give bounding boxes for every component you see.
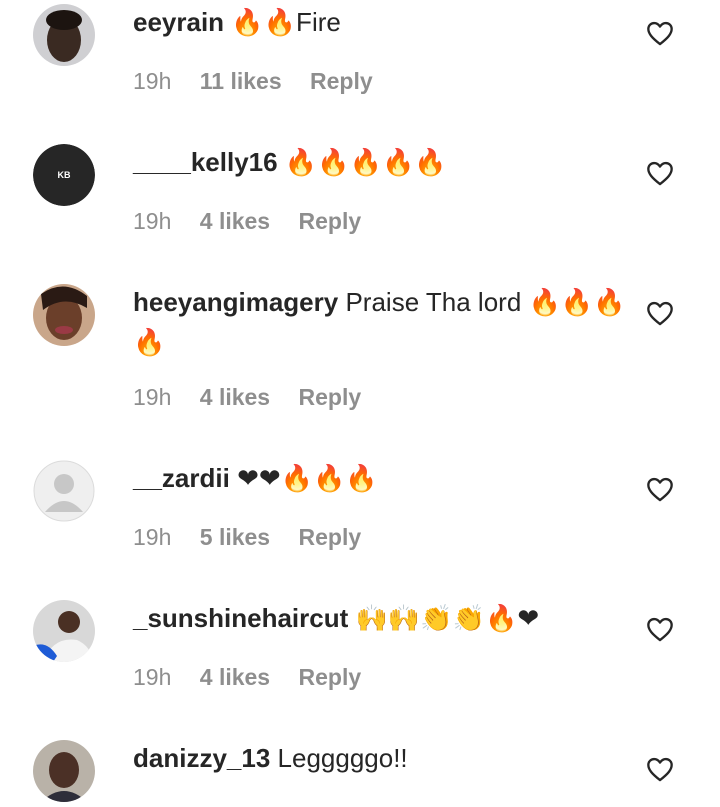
comment-meta: 19h 5 likes Reply [133,524,383,551]
comment-meta: 19h 4 likes Reply [133,208,383,235]
comment-username[interactable]: __zardii [133,463,230,493]
reply-button[interactable]: Reply [299,208,362,234]
comment-username[interactable]: _sunshinehaircut [133,603,348,633]
reply-button[interactable]: Reply [299,664,362,690]
comment-body: _sunshinehaircut 🙌🙌👏👏🔥❤ [133,598,633,638]
comment-username[interactable]: heeyangimagery [133,287,338,317]
avatar[interactable]: KB [33,144,95,206]
comment-likes[interactable]: 11 likes [200,68,282,94]
heart-outline-icon[interactable] [646,160,674,186]
comment-time: 19h [133,524,172,550]
comment-text: 🔥🔥Fire [231,7,341,37]
comment-text: 🔥🔥🔥🔥🔥 [284,147,447,177]
reply-button[interactable]: Reply [310,68,373,94]
reply-button[interactable]: Reply [299,384,362,410]
heart-outline-icon[interactable] [646,300,674,326]
comment-likes[interactable]: 5 likes [200,524,270,550]
comment-body: __zardii ❤❤🔥🔥🔥 [133,458,633,498]
comment-username[interactable]: danizzy_13 [133,743,270,773]
comment-time: 19h [133,208,172,234]
comment-body: danizzy_13 Legggggo!! [133,738,633,778]
reply-button[interactable]: Reply [299,524,362,550]
heart-outline-icon[interactable] [646,756,674,782]
avatar[interactable] [33,600,95,662]
comment-username[interactable]: eeyrain [133,7,224,37]
avatar[interactable] [33,460,95,522]
comment-time: 19h [133,384,172,410]
heart-outline-icon[interactable] [646,616,674,642]
avatar[interactable] [33,284,95,346]
avatar[interactable] [33,740,95,802]
comment-likes[interactable]: 4 likes [200,384,270,410]
heart-outline-icon[interactable] [646,20,674,46]
comment-time: 19h [133,664,172,690]
comment-text: 🙌🙌👏👏🔥❤ [355,603,540,633]
comment-meta: 19h 4 likes Reply [133,664,383,691]
comment-time: 19h [133,68,172,94]
comment-text: Legggggo!! [277,743,408,773]
comment-likes[interactable]: 4 likes [200,208,270,234]
avatar-initials: KB [58,170,71,180]
comment-body: ____kelly16 🔥🔥🔥🔥🔥 [133,142,633,182]
comment-username[interactable]: ____kelly16 [133,147,278,177]
comment-body: eeyrain 🔥🔥Fire [133,2,633,42]
comment-meta: 19h 11 likes Reply [133,68,395,95]
avatar[interactable] [33,4,95,66]
comment-likes[interactable]: 4 likes [200,664,270,690]
comment-body: heeyangimagery Praise Tha lord 🔥🔥🔥🔥 [133,282,633,362]
comment-text: ❤❤🔥🔥🔥 [237,463,378,493]
heart-outline-icon[interactable] [646,476,674,502]
comment-meta: 19h 4 likes Reply [133,384,383,411]
